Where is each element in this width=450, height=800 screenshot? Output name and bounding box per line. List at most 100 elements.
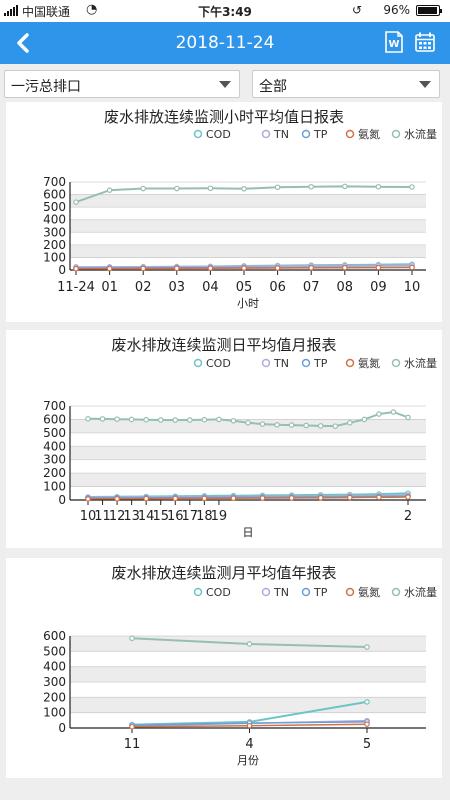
data-point[interactable] [187, 417, 193, 423]
data-point[interactable] [216, 416, 222, 423]
data-point[interactable] [274, 184, 281, 191]
data-point[interactable] [347, 494, 353, 501]
data-point[interactable] [143, 416, 149, 423]
data-point[interactable] [375, 264, 382, 271]
data-point[interactable] [207, 265, 214, 272]
data-point[interactable] [106, 265, 113, 272]
legend-label[interactable]: TP [313, 128, 328, 141]
data-point[interactable] [245, 419, 251, 426]
data-point[interactable] [409, 184, 415, 190]
data-point[interactable] [241, 185, 247, 192]
legend-label[interactable]: COD [206, 357, 231, 370]
data-point[interactable] [114, 495, 120, 502]
data-point[interactable] [246, 722, 253, 729]
data-point[interactable] [172, 417, 179, 423]
legend-label[interactable]: TN [273, 357, 289, 370]
data-point[interactable] [174, 185, 180, 192]
legend-marker [301, 129, 311, 139]
legend-label[interactable]: 氨氮 [358, 127, 380, 141]
data-point[interactable] [207, 185, 214, 192]
legend-label[interactable]: 水流量 [404, 585, 437, 599]
data-point[interactable] [375, 183, 382, 190]
grid-band [70, 232, 426, 245]
data-point[interactable] [85, 496, 91, 502]
x-axis-label: 小时 [237, 297, 259, 310]
data-point[interactable] [99, 416, 106, 422]
daily-monthly-report-chart: 废水排放连续监测日平均值月报表 COD TN TP 氨氮 水流量 0100200300400… [43, 336, 437, 539]
data-point[interactable] [230, 495, 237, 502]
y-tick-label: 400 [43, 439, 66, 453]
data-point[interactable] [364, 644, 370, 650]
legend-marker [261, 129, 271, 139]
grid-band [70, 446, 426, 460]
data-point[interactable] [341, 183, 348, 190]
data-point[interactable] [288, 422, 295, 428]
data-point[interactable] [174, 265, 180, 272]
data-point[interactable] [140, 265, 147, 272]
data-point[interactable] [230, 417, 237, 424]
data-point[interactable] [246, 641, 253, 647]
x-tick-label: 09 [370, 280, 387, 295]
data-point[interactable] [201, 416, 208, 423]
data-point[interactable] [405, 414, 411, 421]
data-point[interactable] [128, 416, 135, 423]
y-tick-label: 300 [43, 453, 66, 467]
data-point[interactable] [341, 264, 348, 271]
legend-label[interactable]: TP [313, 357, 328, 370]
data-point[interactable] [157, 417, 164, 423]
legend-label[interactable]: 氨氮 [358, 356, 380, 370]
data-point[interactable] [303, 422, 309, 429]
data-point[interactable] [332, 423, 339, 429]
data-point[interactable] [405, 494, 411, 500]
data-point[interactable] [114, 416, 120, 422]
data-point[interactable] [259, 495, 266, 501]
legend-label[interactable]: COD [206, 586, 231, 599]
data-point[interactable] [364, 721, 370, 727]
y-tick-label: 700 [43, 399, 66, 413]
data-point[interactable] [274, 422, 280, 428]
calendar-icon[interactable] [414, 31, 436, 53]
legend-label[interactable]: 氨氮 [358, 585, 380, 599]
data-point[interactable] [317, 495, 324, 501]
y-tick-label: 100 [43, 480, 66, 494]
scope-select[interactable]: 全部 [252, 70, 440, 98]
data-point[interactable] [129, 635, 135, 642]
data-point[interactable] [288, 495, 295, 501]
grid-band [70, 682, 426, 698]
data-point[interactable] [201, 495, 208, 502]
legend-label[interactable]: TN [273, 586, 289, 599]
scope-select-value: 全部 [259, 79, 287, 95]
legend-marker [391, 587, 401, 597]
data-point[interactable] [73, 265, 79, 272]
word-document-icon[interactable]: W [384, 31, 404, 53]
data-point[interactable] [172, 495, 179, 502]
data-point[interactable] [143, 495, 149, 502]
data-point[interactable] [308, 265, 315, 271]
legend-label[interactable]: 水流量 [404, 356, 437, 370]
monthly-yearly-report-chart: 废水排放连续监测月平均值年报表 COD TN TP 氨氮 水流量 0100 200300400… [43, 564, 437, 767]
data-point[interactable] [317, 423, 324, 429]
data-point[interactable] [129, 723, 135, 730]
data-point[interactable] [308, 183, 315, 190]
data-point[interactable] [241, 265, 247, 271]
data-point[interactable] [106, 187, 113, 193]
data-point[interactable] [73, 199, 79, 205]
legend-label[interactable]: TP [313, 586, 328, 599]
data-point[interactable] [364, 699, 370, 705]
outlet-select[interactable]: 一污总排口 [4, 70, 240, 98]
data-point[interactable] [361, 416, 368, 423]
data-point[interactable] [409, 264, 415, 271]
legend-label[interactable]: TN [273, 128, 289, 141]
data-point[interactable] [376, 494, 382, 501]
data-point[interactable] [376, 411, 382, 417]
data-point[interactable] [274, 265, 281, 271]
data-point[interactable] [140, 185, 147, 192]
data-point[interactable] [390, 409, 397, 415]
data-point[interactable] [347, 419, 353, 426]
data-point[interactable] [85, 415, 91, 422]
hourly-daily-report-chart: 废水排放连续监测小时平均值日报表 COD TN TP 氨氮 水流量 010020030040… [43, 108, 437, 310]
data-point[interactable] [259, 421, 266, 427]
y-tick-label: 600 [43, 412, 66, 426]
legend-label[interactable]: COD [206, 128, 231, 141]
legend-label[interactable]: 水流量 [404, 127, 437, 141]
